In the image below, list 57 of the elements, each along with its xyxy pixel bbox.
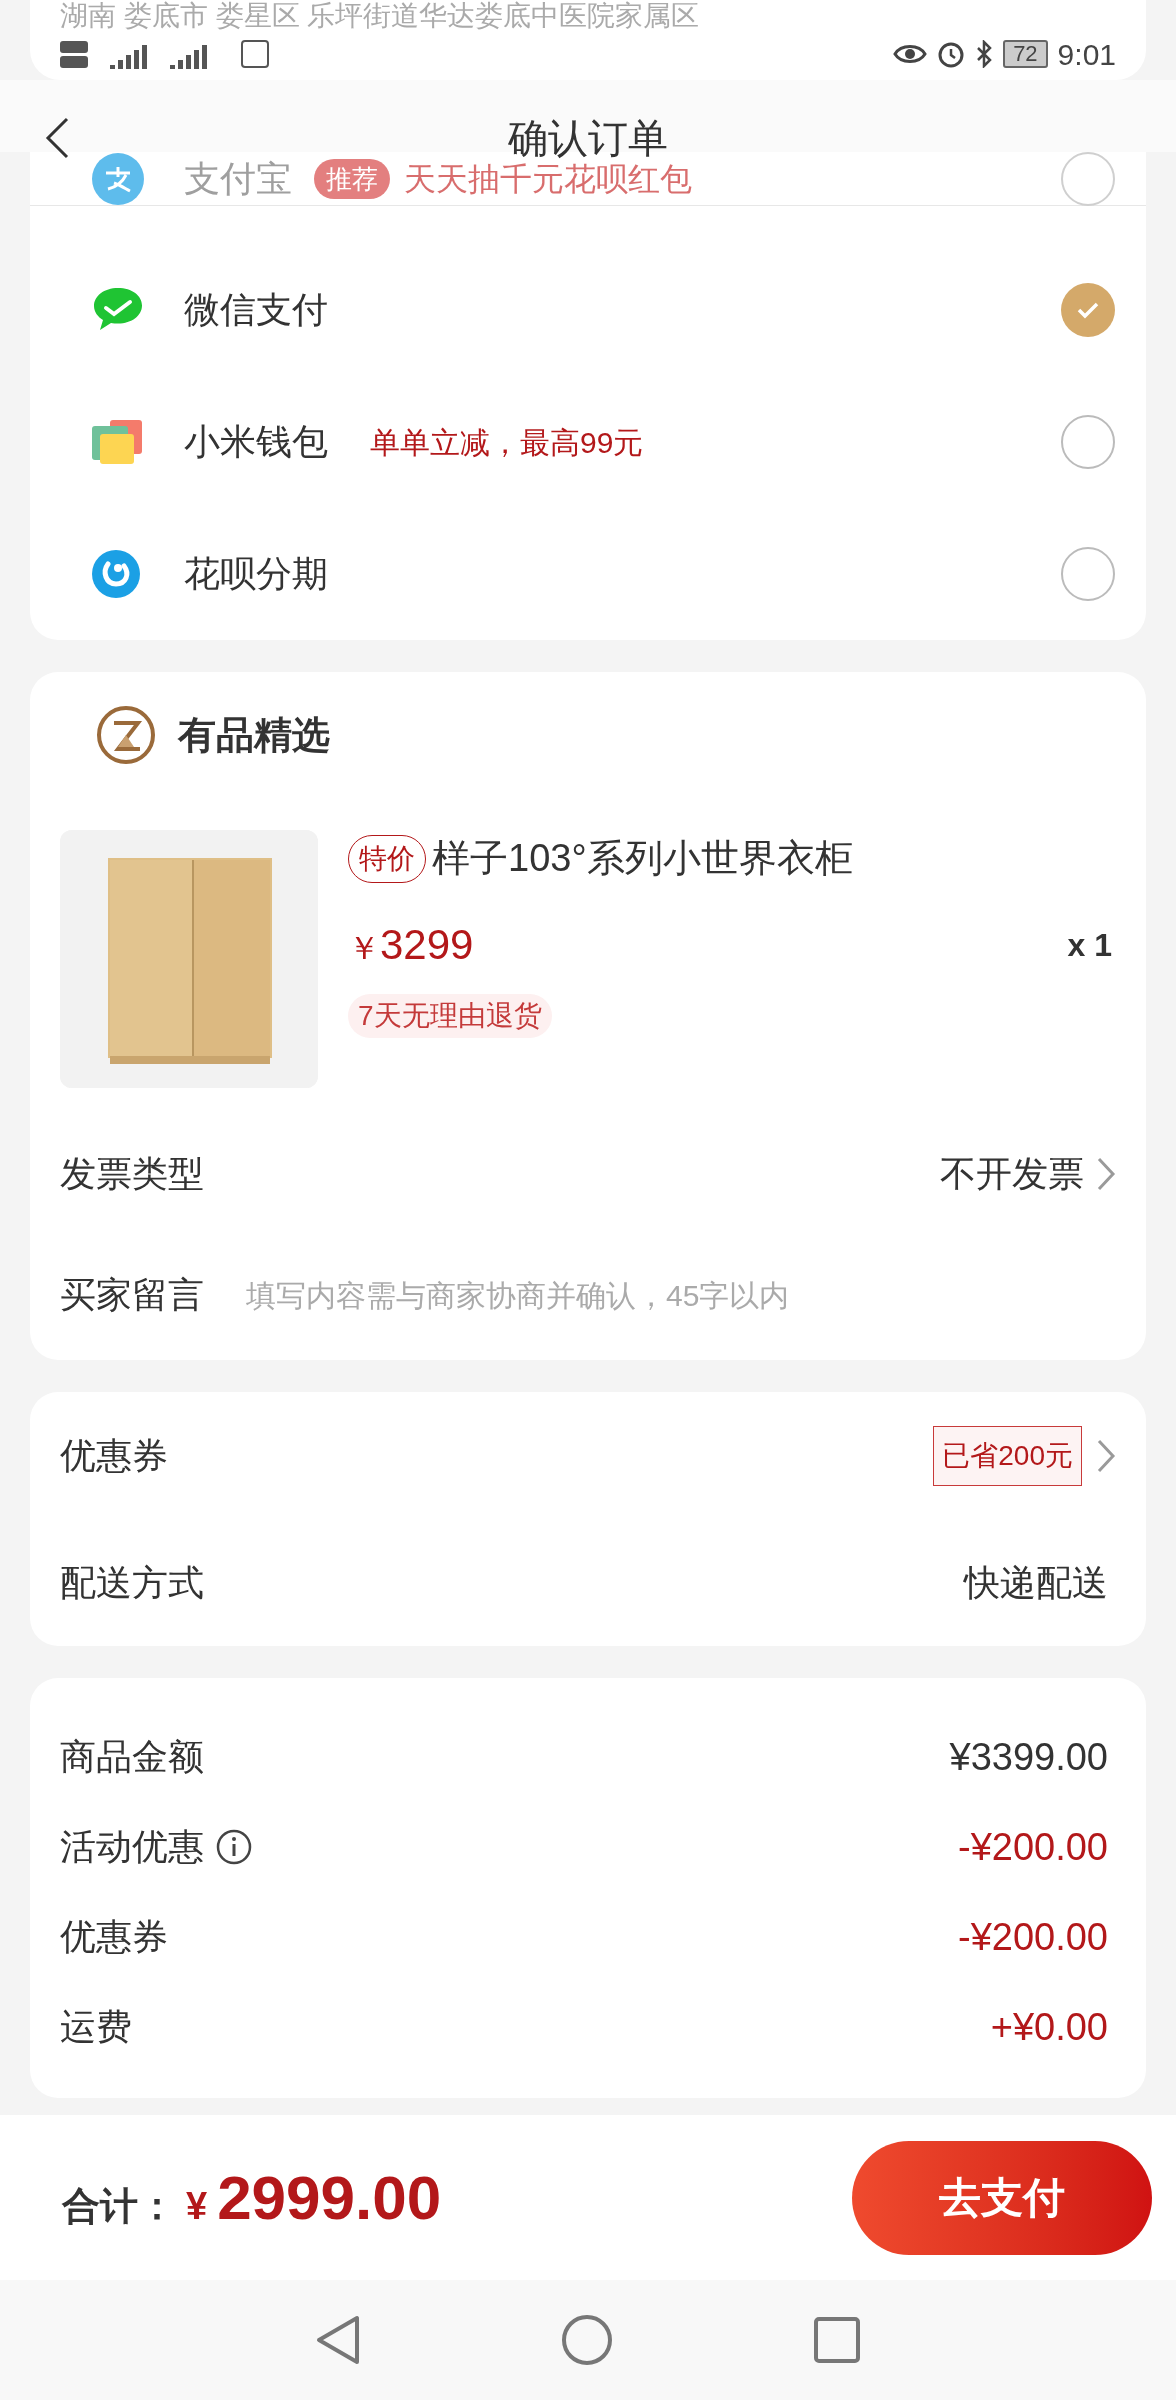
eye-icon: [893, 42, 928, 66]
payment-option[interactable]: 微信支付: [30, 244, 1146, 376]
store-logo-icon: [96, 705, 156, 765]
clock-time: 9:01: [1057, 36, 1116, 73]
payment-name: 小米钱包: [184, 420, 328, 464]
invoice-label: 发票类型: [60, 1152, 204, 1196]
alarm-icon: [937, 40, 966, 68]
summary-value: -¥200.00: [958, 1824, 1109, 1870]
delivery-label: 配送方式: [60, 1561, 204, 1605]
recents-square-icon[interactable]: [813, 2316, 861, 2364]
radio-button[interactable]: [1061, 415, 1115, 469]
summary-value: +¥0.00: [990, 2004, 1109, 2050]
battery-indicator: 72: [1003, 40, 1048, 68]
store-name: 有品精选: [178, 712, 330, 758]
invoice-value: 不开发票: [940, 1152, 1084, 1196]
payment-name: 支付宝: [184, 156, 292, 201]
coupon-savings-tag: 已省200元: [933, 1426, 1082, 1486]
radio-button[interactable]: [1061, 547, 1115, 601]
total-label: 合计：: [62, 2184, 176, 2229]
chevron-right-icon: [1096, 1438, 1116, 1474]
payment-name: 微信支付: [184, 288, 328, 332]
recommend-badge: 推荐: [314, 158, 390, 199]
bluetooth-icon: [975, 40, 994, 68]
chevron-right-icon: [1096, 1156, 1116, 1192]
home-circle-icon[interactable]: [561, 2314, 613, 2366]
back-triangle-icon[interactable]: [315, 2314, 361, 2366]
summary-label: 运费: [60, 2005, 132, 2049]
radio-button[interactable]: [1061, 283, 1115, 337]
message-field[interactable]: 填写内容需与商家协商并确认，45字以内: [246, 1272, 1116, 1318]
payment-option[interactable]: 花呗分期: [30, 508, 1146, 640]
promo-text: 单单立减，最高99元: [370, 424, 644, 461]
delivery-value: 快递配送: [964, 1561, 1109, 1605]
product-price: ￥3299: [348, 920, 474, 970]
summary-label: 活动优惠: [60, 1825, 204, 1869]
swirl-icon: [92, 550, 140, 598]
coupon-label: 优惠券: [60, 1434, 168, 1478]
payment-option[interactable]: 小米钱包 单单立减，最高99元: [30, 376, 1146, 508]
pay-button[interactable]: 去支付: [852, 2140, 1152, 2255]
info-icon[interactable]: [216, 1829, 252, 1865]
summary-value: ¥3399.00: [949, 1734, 1109, 1780]
back-icon: [44, 116, 70, 160]
payment-name: 花呗分期: [184, 552, 328, 596]
summary-label: 商品金额: [60, 1735, 204, 1779]
total-amount: ¥ 2999.00: [186, 2162, 442, 2234]
radio-button[interactable]: [1061, 151, 1115, 206]
return-policy-tag: 7天无理由退货: [348, 994, 552, 1038]
quantity: x 1: [1067, 925, 1113, 965]
summary-value: -¥200.00: [958, 1914, 1109, 1960]
wallet-icon: [92, 420, 142, 464]
message-label: 买家留言: [60, 1273, 204, 1317]
promo-text: 天天抽千元花呗红包: [404, 159, 692, 199]
product-title: 样子103°系列小世界衣柜: [432, 836, 853, 881]
invoice-row[interactable]: 发票类型 不开发票: [60, 1108, 1116, 1240]
summary-label: 优惠券: [60, 1915, 168, 1959]
address-text: 湖南 娄底市 娄星区 乐坪街道华达娄底中医院家属区: [60, 0, 701, 32]
coupon-row[interactable]: 优惠券 已省200元: [60, 1392, 1116, 1520]
check-icon: [1076, 301, 1100, 319]
